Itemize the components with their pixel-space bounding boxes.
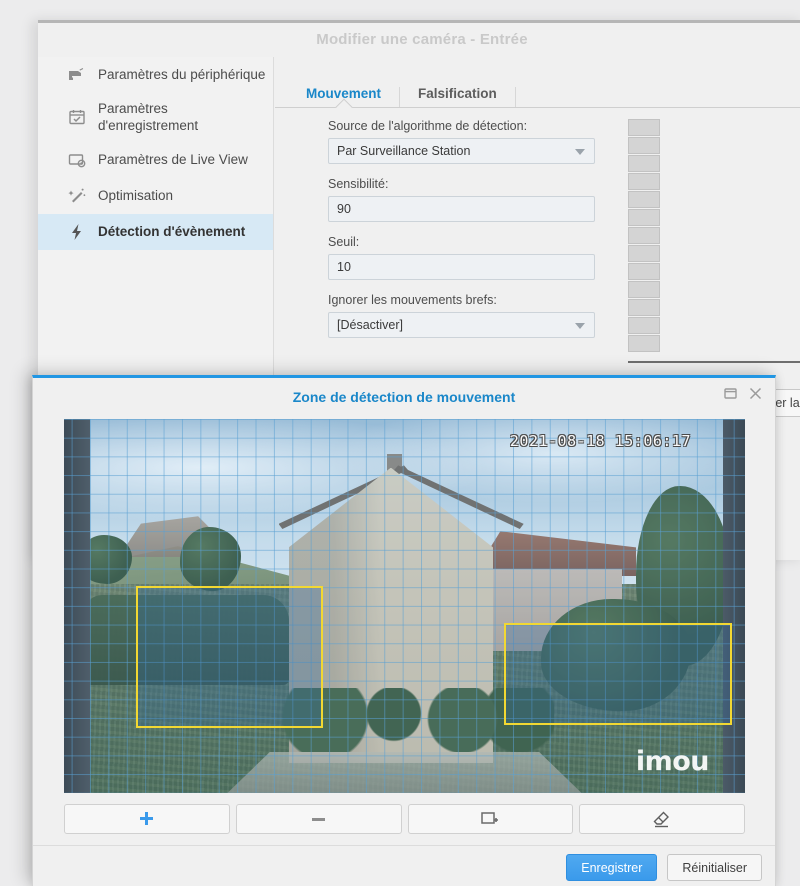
sidebar-item-recording-settings[interactable]: Paramètres d'enregistrement xyxy=(38,93,273,142)
meter-segment xyxy=(628,137,660,154)
meter-segment xyxy=(628,317,660,334)
dialog-window-controls xyxy=(724,387,762,400)
remove-brush-button[interactable] xyxy=(235,804,402,834)
motion-level-meter xyxy=(628,119,660,352)
sidebar-item-label: Paramètres du périphérique xyxy=(98,67,266,83)
meter-segment xyxy=(628,263,660,280)
meter-segment xyxy=(628,173,660,190)
meter-baseline xyxy=(628,361,800,363)
sidebar-item-device-settings[interactable]: Paramètres du périphérique xyxy=(38,57,273,93)
monitor-record-icon xyxy=(66,149,88,171)
sensitivity-value: 90 xyxy=(337,202,351,216)
ignore-short-movements-select[interactable]: [Désactiver] xyxy=(328,312,595,338)
meter-segment xyxy=(628,155,660,172)
erase-all-button[interactable] xyxy=(579,804,745,834)
sidebar-item-label: Optimisation xyxy=(98,187,174,203)
window-title: Modifier une caméra - Entrée xyxy=(316,31,528,48)
video-timestamp: 2021-08-18 15:06:17 xyxy=(509,432,691,450)
source-select[interactable]: Par Surveillance Station xyxy=(328,138,595,164)
meter-segment xyxy=(628,299,660,316)
meter-segment xyxy=(628,245,660,262)
reset-button[interactable]: Réinitialiser xyxy=(667,854,762,881)
sensitivity-label: Sensibilité: xyxy=(328,177,389,191)
sidebar-item-event-detection[interactable]: Détection d'évènement xyxy=(38,213,273,250)
minus-icon xyxy=(312,817,326,821)
source-value: Par Surveillance Station xyxy=(337,144,471,158)
sidebar-item-optimization[interactable]: Optimisation xyxy=(38,178,273,214)
eraser-icon xyxy=(653,811,670,827)
sensitivity-input[interactable]: 90 xyxy=(328,196,595,222)
ignore-short-movements-label: Ignorer les mouvements brefs: xyxy=(328,293,497,307)
meter-segment xyxy=(628,281,660,298)
meter-segment xyxy=(628,209,660,226)
meter-segment xyxy=(628,119,660,136)
meter-segment xyxy=(628,227,660,244)
footer-divider xyxy=(33,845,775,846)
sidebar-item-label: Détection d'évènement xyxy=(98,223,246,239)
dialog-footer: Enregistrer Réinitialiser xyxy=(566,854,762,881)
rect-plus-icon xyxy=(481,811,499,824)
dialog-title: Zone de détection de mouvement xyxy=(292,389,516,405)
magic-wand-icon xyxy=(66,185,88,207)
tab-bar: Mouvement Falsification xyxy=(275,77,800,108)
detection-zone-rect[interactable] xyxy=(504,623,732,725)
motion-detection-form: Source de l'algorithme de détection: Par… xyxy=(328,119,595,351)
sidebar-item-live-view-settings[interactable]: Paramètres de Live View xyxy=(38,142,273,178)
imou-watermark: imou xyxy=(635,746,710,777)
camera-icon xyxy=(66,64,88,86)
sidebar-item-label: Paramètres de Live View xyxy=(98,151,248,167)
chevron-down-icon xyxy=(575,323,585,329)
calendar-check-icon xyxy=(66,106,88,128)
meter-segment xyxy=(628,191,660,208)
tab-falsification[interactable]: Falsification xyxy=(400,86,516,107)
chevron-down-icon xyxy=(575,149,585,155)
camera-preview[interactable]: 2021-08-18 15:06:17 imou xyxy=(64,419,745,793)
close-icon[interactable] xyxy=(749,387,762,400)
plus-icon xyxy=(140,811,154,825)
threshold-input[interactable]: 10 xyxy=(328,254,595,280)
tab-mouvement[interactable]: Mouvement xyxy=(288,86,401,107)
ignore-short-movements-value: [Désactiver] xyxy=(337,318,403,332)
lightning-bolt-icon xyxy=(66,221,88,243)
save-button[interactable]: Enregistrer xyxy=(566,854,658,881)
threshold-value: 10 xyxy=(337,260,351,274)
zone-tool-bar xyxy=(64,804,745,834)
add-zone-button[interactable] xyxy=(407,804,574,834)
detection-zone-rect[interactable] xyxy=(136,586,323,728)
sidebar-item-label: Paramètres d'enregistrement xyxy=(98,101,199,134)
source-label: Source de l'algorithme de détection: xyxy=(328,119,528,133)
add-brush-button[interactable] xyxy=(64,804,230,834)
maximize-icon[interactable] xyxy=(724,387,737,400)
threshold-label: Seuil: xyxy=(328,235,360,249)
meter-segment xyxy=(628,335,660,352)
motion-detection-zone-dialog: Zone de détection de mouvement 2021-08-1… xyxy=(32,375,776,886)
